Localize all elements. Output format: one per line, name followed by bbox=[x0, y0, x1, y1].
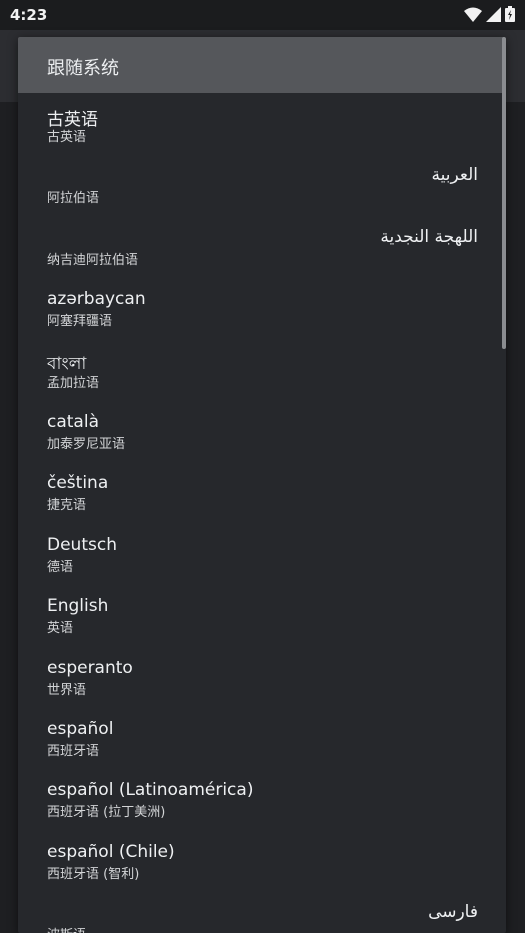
language-native-name: español (Latinoamérica) bbox=[47, 780, 254, 801]
language-option[interactable]: čeština 捷克语 bbox=[18, 463, 506, 524]
language-picker-dialog: 跟随系统 古英语 古英语 العربية 阿拉伯语 اللهجة النجدية 纳吉迪阿… bbox=[18, 37, 506, 933]
language-option[interactable]: esperanto 世界语 bbox=[18, 648, 506, 709]
language-option[interactable]: azərbaycan 阿塞拜疆语 bbox=[18, 279, 506, 340]
language-option[interactable]: English 英语 bbox=[18, 586, 506, 647]
language-native-name: čeština bbox=[47, 473, 109, 494]
language-option[interactable]: اللهجة النجدية 纳吉迪阿拉伯语 bbox=[18, 218, 506, 279]
language-translated-name: 纳吉迪阿拉伯语 bbox=[47, 252, 139, 268]
language-translated-name: 孟加拉语 bbox=[47, 375, 100, 391]
cellular-signal-icon bbox=[486, 6, 501, 22]
language-native-name: فارسی bbox=[428, 902, 478, 923]
language-translated-name: 阿拉伯语 bbox=[47, 191, 100, 207]
language-option[interactable]: العربية 阿拉伯语 bbox=[18, 156, 506, 217]
status-time: 4:23 bbox=[10, 6, 48, 24]
status-icons bbox=[464, 6, 515, 22]
language-translated-name: 古英语 bbox=[47, 130, 87, 145]
option-label: 跟随系统 bbox=[47, 58, 119, 79]
language-native-name: español (Chile) bbox=[47, 841, 175, 862]
status-bar: 4:23 bbox=[0, 0, 525, 30]
language-native-name: العربية bbox=[431, 165, 478, 186]
language-native-name: اللهجة النجدية bbox=[380, 226, 478, 247]
battery-icon bbox=[505, 6, 515, 22]
language-option[interactable]: español 西班牙语 bbox=[18, 709, 506, 770]
language-option[interactable]: 古英语 古英语 bbox=[18, 95, 506, 156]
language-translated-name: 西班牙语 (拉丁美洲) bbox=[47, 805, 166, 821]
language-native-name: català bbox=[47, 412, 99, 432]
language-native-name: esperanto bbox=[47, 657, 133, 678]
language-native-name: azərbaycan bbox=[47, 289, 146, 310]
language-translated-name: 西班牙语 bbox=[47, 744, 100, 759]
language-option[interactable]: español (Latinoamérica) 西班牙语 (拉丁美洲) bbox=[18, 770, 506, 831]
wifi-icon bbox=[464, 7, 482, 22]
language-translated-name: 波斯语 bbox=[47, 924, 86, 933]
language-option[interactable]: বাংলা 孟加拉语 bbox=[18, 341, 506, 402]
language-translated-name: 德语 bbox=[47, 559, 74, 575]
language-translated-name: 西班牙语 (智利) bbox=[47, 866, 140, 882]
language-translated-name: 捷克语 bbox=[47, 498, 87, 514]
language-native-name: Deutsch bbox=[47, 534, 117, 555]
language-native-name: English bbox=[47, 596, 109, 617]
language-translated-name: 阿塞拜疆语 bbox=[47, 314, 113, 330]
language-translated-name: 加泰罗尼亚语 bbox=[47, 437, 126, 452]
language-option[interactable]: español (Chile) 西班牙语 (智利) bbox=[18, 832, 506, 893]
language-option[interactable]: فارسی 波斯语 bbox=[18, 893, 506, 933]
language-native-name: español bbox=[47, 719, 114, 739]
language-translated-name: 世界语 bbox=[47, 682, 87, 698]
language-option-follow-system[interactable]: 跟随系统 bbox=[18, 37, 506, 93]
scrollbar[interactable] bbox=[502, 37, 506, 349]
language-translated-name: 英语 bbox=[47, 621, 74, 637]
language-option[interactable]: català 加泰罗尼亚语 bbox=[18, 402, 506, 463]
language-option[interactable]: Deutsch 德语 bbox=[18, 525, 506, 586]
